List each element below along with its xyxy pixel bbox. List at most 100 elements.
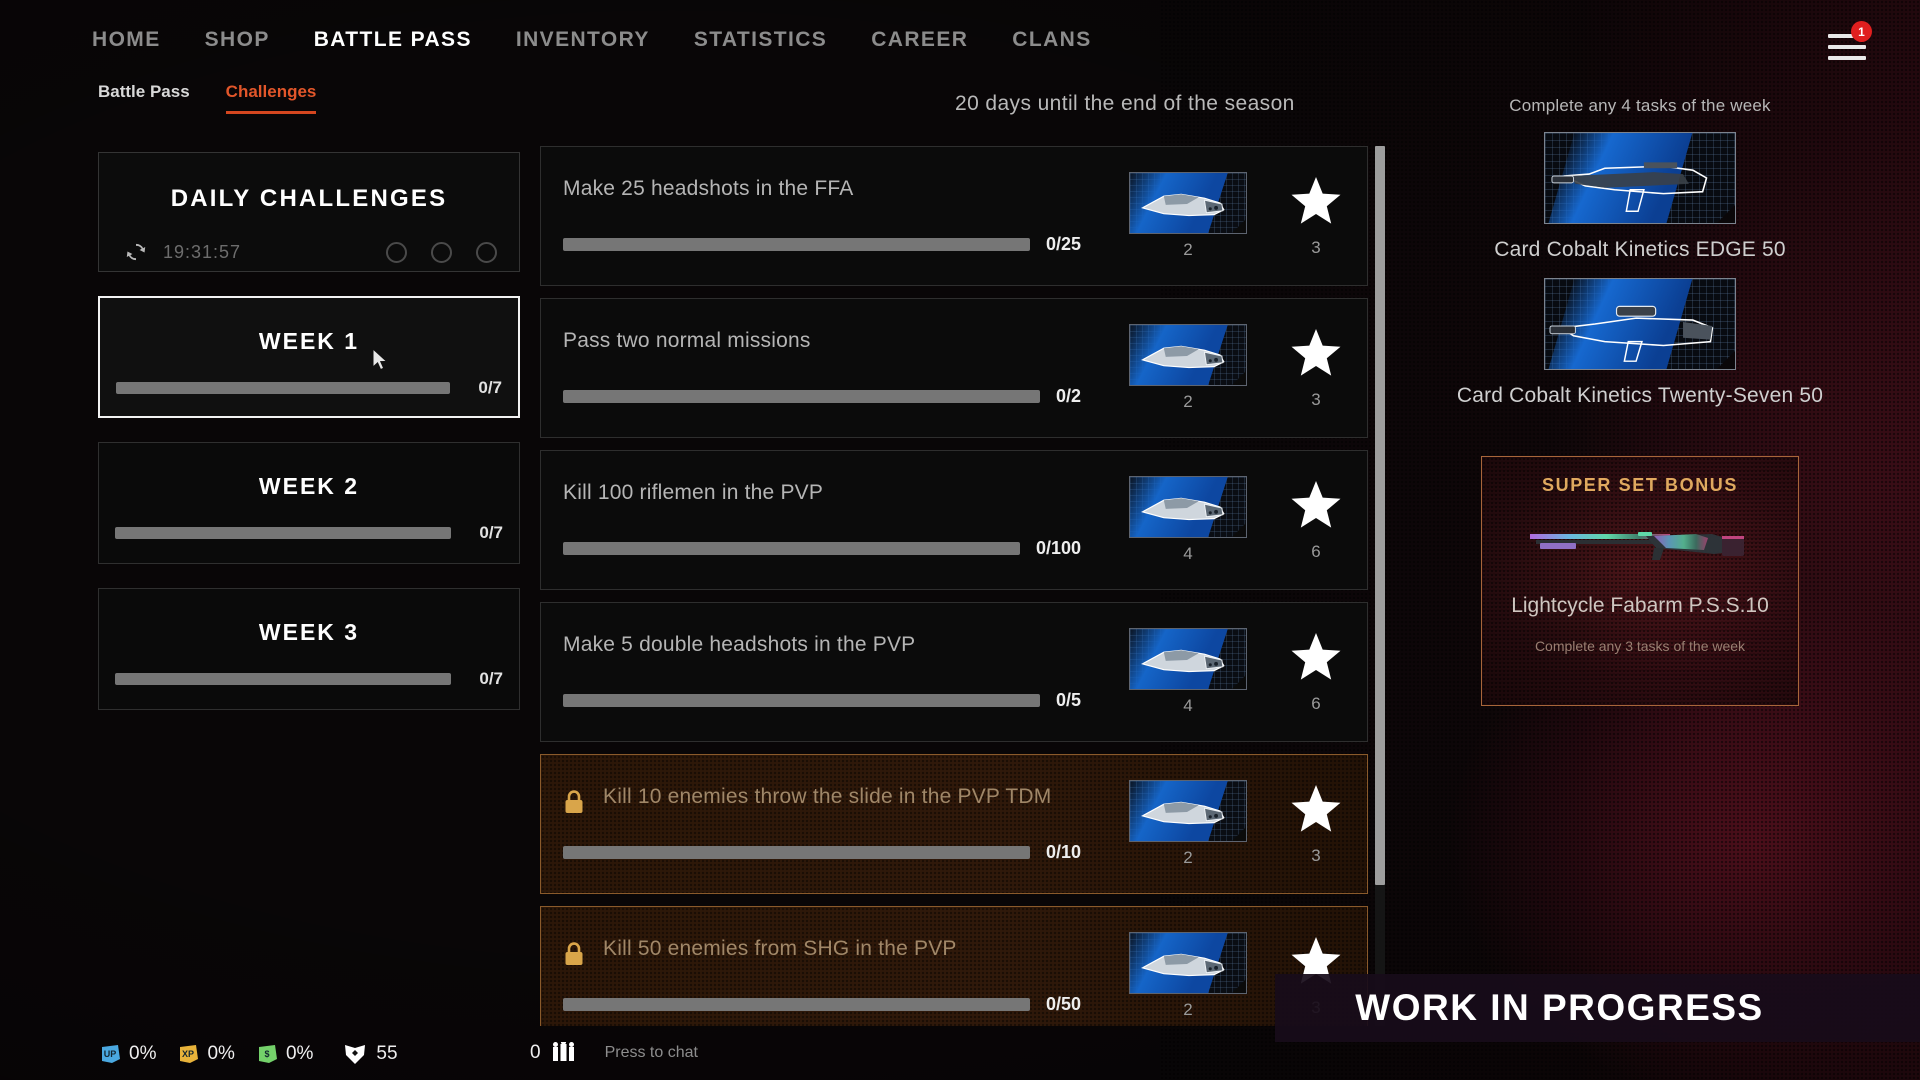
week-title: WEEK 3 <box>258 619 360 645</box>
subtab-challenges[interactable]: Challenges <box>225 82 317 114</box>
card-reward: 2 <box>1129 780 1247 868</box>
week-title: WEEK 1 <box>258 328 360 354</box>
svg-text:UP: UP <box>104 1049 117 1059</box>
svg-text:XP: XP <box>182 1049 194 1059</box>
chat-hint[interactable]: Press to chat <box>605 1044 698 1062</box>
challenge-progress-bar <box>563 694 1040 707</box>
star-icon <box>1291 784 1341 832</box>
challenge-row[interactable]: Make 25 headshots in the FFA 0/25 2 3 <box>540 146 1368 286</box>
week-card-1[interactable]: WEEK 1 0/7 <box>98 296 520 418</box>
knife-card-icon <box>1129 476 1247 538</box>
main-nav: HOME SHOP BATTLE PASS INVENTORY STATISTICS CA… <box>92 28 1092 52</box>
challenge-row[interactable]: Kill 50 enemies from SHG in the PVP 0/50 2… <box>540 906 1368 1026</box>
boost-value: 0% <box>129 1043 157 1064</box>
challenge-progress-text: 0/50 <box>1045 994 1081 1014</box>
week-card-2[interactable]: WEEK 2 0/7 <box>98 442 520 564</box>
challenge-text-row: Make 25 headshots in the FFA <box>563 147 1115 201</box>
mouse-cursor <box>372 348 388 371</box>
xp-boost-group: XP 0% <box>178 1043 235 1065</box>
nav-item-career[interactable]: CAREER <box>871 28 968 52</box>
challenge-progress-row: 0/25 <box>563 234 1081 255</box>
challenge-text: Make 25 headshots in the FFA <box>563 177 854 200</box>
challenge-row[interactable]: Make 5 double headshots in the PVP 0/5 4 6 <box>540 602 1368 742</box>
super-set-weapon-name: Lightcycle Fabarm P.S.S.10 <box>1511 594 1769 617</box>
challenge-text: Kill 50 enemies from SHG in the PVP <box>603 937 957 960</box>
money-boost-group: $0% <box>257 1043 313 1065</box>
challenge-content: Make 5 double headshots in the PVP 0/5 <box>563 603 1115 741</box>
challenge-row[interactable]: Kill 10 enemies throw the slide in the P… <box>540 754 1368 894</box>
challenge-list: Make 25 headshots in the FFA 0/25 2 3 Pass t… <box>540 146 1368 1026</box>
daily-challenges-card[interactable]: DAILY CHALLENGES 19:31:57 <box>98 152 520 272</box>
challenge-progress-row: 0/100 <box>563 538 1081 559</box>
svg-text:$: $ <box>264 1049 269 1059</box>
lock-icon <box>563 789 585 820</box>
reward-item-name: Card Cobalt Kinetics Twenty-Seven 50 <box>1456 384 1824 407</box>
challenge-text: Make 5 double headshots in the PVP <box>563 633 916 656</box>
challenge-progress-bar <box>563 998 1030 1011</box>
shield-group: 55 <box>343 1042 398 1066</box>
star-reward-count: 3 <box>1311 389 1321 409</box>
super-set-requirement: Complete any 3 tasks of the week <box>1534 638 1746 654</box>
hamburger-menu-button[interactable]: 1 <box>1824 21 1872 66</box>
notification-badge: 1 <box>1851 21 1872 42</box>
nav-item-statistics[interactable]: STATISTICS <box>694 28 827 52</box>
boost-indicators: UP 0% XP 0% $0% 55 <box>100 1042 398 1066</box>
week-list: WEEK 1 0/7 WEEK 2 0/7 WEEK 3 0/7 <box>98 296 520 710</box>
nav-item-inventory[interactable]: INVENTORY <box>516 28 650 52</box>
challenge-progress-text: 0/10 <box>1045 842 1081 862</box>
top-navigation-bar: HOME SHOP BATTLE PASS INVENTORY STATISTICS CA… <box>0 0 1920 84</box>
challenge-content: Kill 100 riflemen in the PVP 0/100 <box>563 451 1115 589</box>
subtab-bar: Battle Pass Challenges <box>98 82 317 114</box>
daily-slot-indicators <box>386 241 497 263</box>
star-reward: 6 <box>1281 631 1351 714</box>
star-icon <box>1291 176 1341 224</box>
star-reward: 6 <box>1281 479 1351 562</box>
star-icon <box>1291 632 1341 680</box>
nav-item-battle-pass[interactable]: BATTLE PASS <box>314 28 472 52</box>
chat-group[interactable]: 0 Press to chat <box>530 1042 698 1064</box>
week-progress-bar <box>116 382 450 394</box>
challenge-progress-text: 0/100 <box>1035 538 1081 558</box>
boost-value: 0% <box>207 1043 235 1064</box>
nav-item-clans[interactable]: CLANS <box>1012 28 1091 52</box>
knife-card-icon <box>1129 932 1247 994</box>
challenge-list-viewport: Make 25 headshots in the FFA 0/25 2 3 Pass t… <box>540 146 1385 1026</box>
week-title: WEEK 2 <box>258 473 360 499</box>
rewards-caption: Complete any 4 tasks of the week <box>1509 96 1771 115</box>
week-progress-bar <box>115 673 451 685</box>
nav-item-home[interactable]: HOME <box>92 28 161 52</box>
challenge-progress-row: 0/5 <box>563 690 1081 711</box>
shotgun-icon <box>1526 522 1754 568</box>
scrollbar-thumb[interactable] <box>1375 146 1385 886</box>
card-reward: 4 <box>1129 628 1247 716</box>
challenge-content: Kill 10 enemies throw the slide in the P… <box>563 755 1115 893</box>
challenge-rewards: 46 <box>1115 628 1351 716</box>
subtab-battle-pass[interactable]: Battle Pass <box>98 82 190 114</box>
rifle-card-icon <box>1544 132 1736 224</box>
card-reward-count: 2 <box>1183 848 1193 867</box>
challenge-row[interactable]: Pass two normal missions 0/2 2 3 <box>540 298 1368 438</box>
challenge-rewards: 23 <box>1115 324 1351 412</box>
rewards-panel: Complete any 4 tasks of the week Card Co… <box>1425 96 1855 706</box>
challenge-rewards: 23 <box>1115 780 1351 868</box>
star-icon <box>1291 480 1341 528</box>
daily-slot-indicator <box>431 241 452 263</box>
knife-card-icon <box>1129 628 1247 690</box>
challenge-progress-bar <box>563 542 1020 555</box>
challenge-rewards: 46 <box>1115 476 1351 564</box>
boost-value: 0% <box>285 1043 314 1064</box>
challenge-progress-bar <box>563 390 1040 403</box>
challenge-rewards: 23 <box>1115 172 1351 260</box>
card-reward: 2 <box>1129 932 1247 1020</box>
challenge-progress-text: 0/2 <box>1055 386 1081 406</box>
nav-item-shop[interactable]: SHOP <box>205 28 270 52</box>
shield-icon <box>345 1045 366 1064</box>
week-card-3[interactable]: WEEK 3 0/7 <box>98 588 520 710</box>
refresh-icon[interactable] <box>123 239 149 265</box>
challenge-row[interactable]: Kill 100 riflemen in the PVP 0/100 4 6 <box>540 450 1368 590</box>
knife-card-icon <box>1129 780 1247 842</box>
challenge-progress-row: 0/50 <box>563 994 1081 1015</box>
super-set-bonus-card[interactable]: SUPER SET BONUS Lightcycle Fabarm P.S.S.… <box>1481 456 1799 706</box>
challenge-list-scrollbar[interactable] <box>1375 146 1385 1026</box>
challenge-text-row: Kill 50 enemies from SHG in the PVP <box>563 907 1115 972</box>
